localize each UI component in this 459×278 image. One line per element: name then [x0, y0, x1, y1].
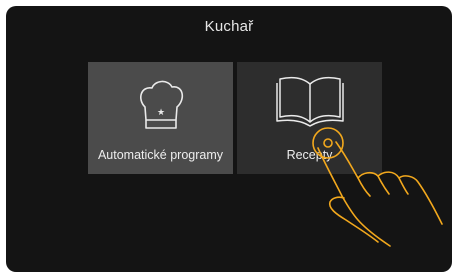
tile-label: Automatické programy [97, 148, 224, 162]
appliance-display: Kuchař ★ Automatické programy Recepty [6, 6, 452, 272]
page-title: Kuchař [204, 18, 254, 35]
tile-label: Recepty [286, 148, 333, 162]
tile-recipes[interactable]: Recepty [237, 62, 382, 174]
tile-automatic-programs[interactable]: ★ Automatické programy [88, 62, 233, 174]
svg-text:★: ★ [157, 108, 165, 118]
